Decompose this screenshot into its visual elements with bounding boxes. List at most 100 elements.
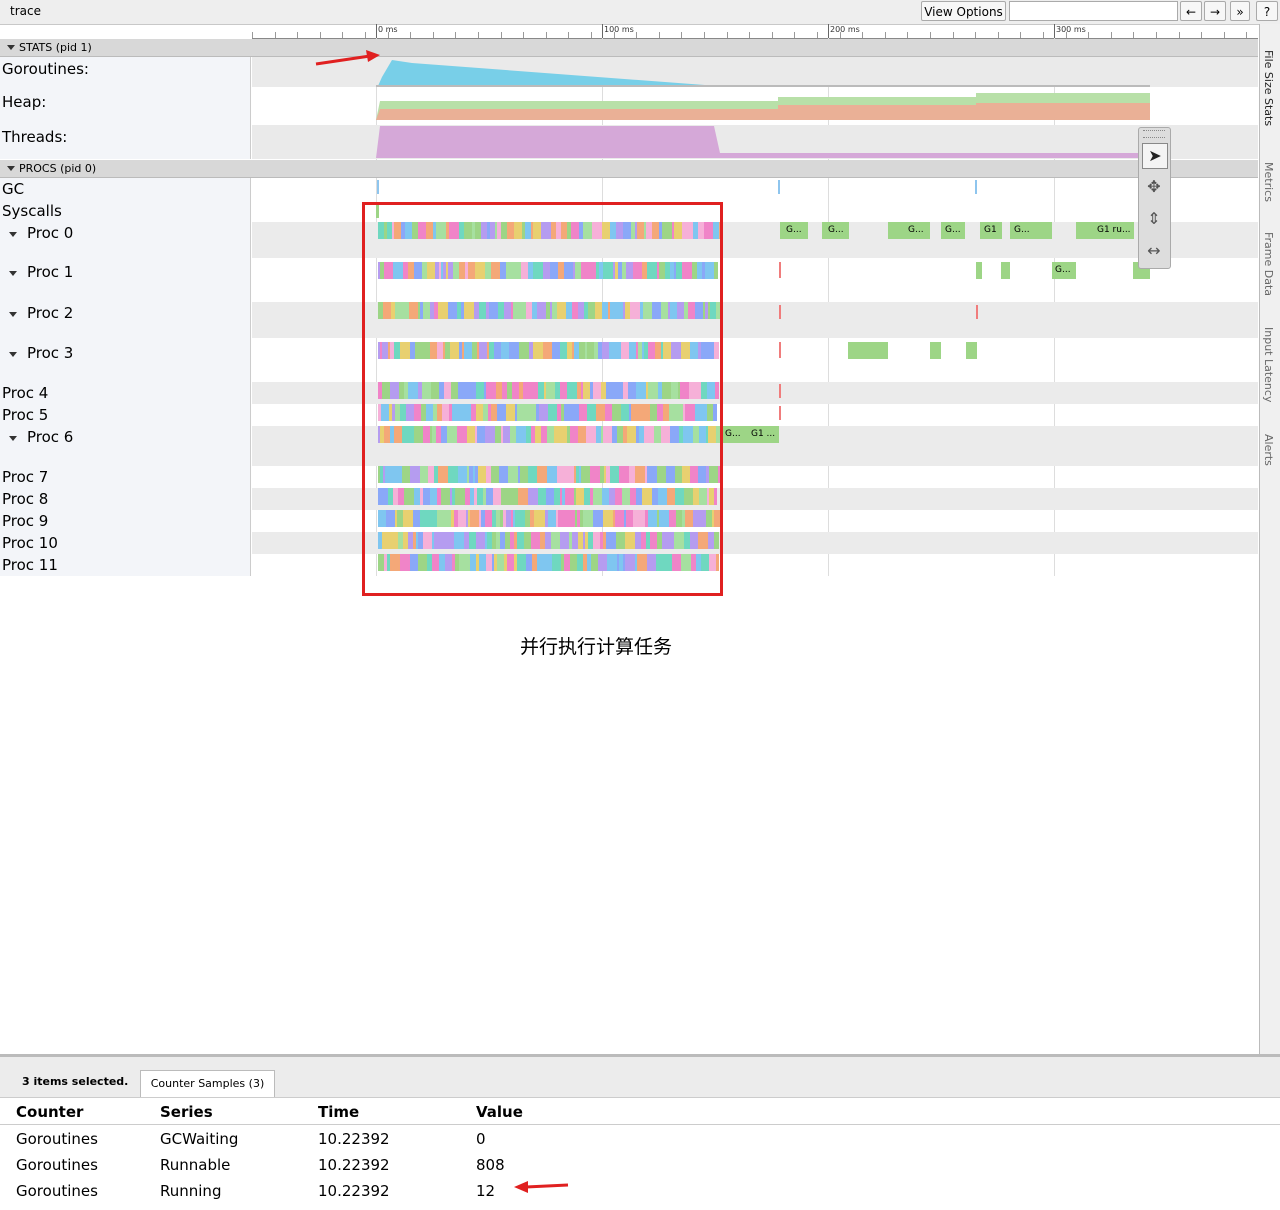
ruler-minor-tick [297,32,298,38]
ruler-minor-tick [591,32,592,38]
tab-alerts[interactable]: Alerts [1262,434,1275,466]
stats-group-header[interactable]: STATS (pid 1) [0,39,1258,57]
table-row[interactable]: Goroutines Running 10.22392 12 [0,1179,1280,1205]
track-proc-3[interactable]: Proc 3 [0,338,251,382]
more-icon[interactable]: » [1230,1,1250,21]
expand-triangle-icon[interactable] [9,232,17,237]
track-proc-0[interactable]: Proc 0 [0,222,251,258]
goroutine-slice[interactable] [966,342,977,359]
slice-marker[interactable] [779,305,781,319]
track-proc-2[interactable]: Proc 2 [0,302,251,338]
table-row[interactable]: Goroutines GCWaiting 10.22392 0 [0,1127,1280,1153]
palette-drag-handle[interactable] [1143,130,1165,138]
ruler-minor-tick [1020,32,1021,38]
time-ruler[interactable]: 0 ms 100 ms 200 ms 300 ms [252,24,1258,39]
search-input[interactable] [1009,1,1178,21]
help-button[interactable]: ? [1256,1,1278,21]
annotation-box [362,202,723,596]
ruler-minor-tick [365,32,366,38]
slice-marker[interactable] [779,406,781,420]
selection-tool-icon[interactable]: ➤ [1142,143,1168,169]
expand-triangle-icon[interactable] [9,436,17,441]
slice-marker[interactable] [779,342,781,358]
collapse-triangle-icon[interactable] [7,45,15,50]
tab-file-size-stats[interactable]: File Size Stats [1262,50,1275,126]
goroutine-slice[interactable]: G... [822,222,849,239]
goroutine-slice[interactable]: G... [888,222,930,239]
ruler-minor-tick [410,32,411,38]
stats-row-heap: Heap: [0,87,251,125]
cell-series: GCWaiting [160,1130,239,1148]
zoom-tool-icon[interactable]: ⇕ [1142,207,1166,231]
slice-marker[interactable] [779,262,781,278]
ruler-minor-tick [862,32,863,38]
back-arrow-icon[interactable]: ← [1180,1,1202,21]
side-panel-tabs: File Size Stats Metrics Frame Data Input… [1259,24,1280,1054]
track-proc-1[interactable]: Proc 1 [0,258,251,302]
ruler-minor-tick [885,32,886,38]
expand-triangle-icon[interactable] [9,352,17,357]
ruler-minor-tick [953,32,954,38]
track-proc-10: Proc 10 [0,532,251,554]
stats-row-goroutines: Goroutines: [0,57,251,87]
track-gc: GC [0,178,251,200]
goroutine-slice[interactable]: G... [1052,262,1076,279]
ruler-minor-tick [455,32,456,38]
ruler-minor-tick [1201,32,1202,38]
gc-marker[interactable] [377,180,379,194]
gc-marker[interactable] [975,180,977,194]
cell-counter: Goroutines [16,1182,98,1200]
ruler-minor-tick [975,32,976,38]
pan-tool-icon[interactable]: ✥ [1142,175,1166,199]
table-row[interactable]: Goroutines Runnable 10.22392 808 [0,1153,1280,1179]
threads-counter-area [376,126,1150,158]
stats-row-threads: Threads: [0,125,251,159]
collapse-triangle-icon[interactable] [7,166,15,171]
goroutine-slice[interactable] [976,262,982,279]
goroutine-slice[interactable]: G1 ru... [1076,222,1134,239]
cell-series: Runnable [160,1156,231,1174]
ruler-minor-tick [546,32,547,38]
red-arrow-icon [315,50,380,66]
ruler-minor-tick [1224,32,1225,38]
column-value[interactable]: Value [476,1103,523,1121]
track-proc-6[interactable]: Proc 6 [0,426,251,466]
slice-marker[interactable] [976,305,978,319]
column-series[interactable]: Series [160,1103,213,1121]
tab-input-latency[interactable]: Input Latency [1262,327,1275,402]
procs-group-header[interactable]: PROCS (pid 0) [0,160,1258,178]
slice-marker[interactable] [779,384,781,398]
goroutine-slice[interactable]: G1 [980,222,1002,239]
goroutine-slice[interactable] [1001,262,1010,279]
column-time[interactable]: Time [318,1103,359,1121]
goroutine-slice[interactable]: G... [722,426,748,443]
proc-label: Proc 6 [27,428,74,446]
stats-counter-chart[interactable] [252,57,1258,159]
tab-counter-samples[interactable]: Counter Samples (3) [140,1070,275,1097]
ruler-minor-tick [681,32,682,38]
expand-triangle-icon[interactable] [9,271,17,276]
ruler-minor-tick [1156,32,1157,38]
goroutine-slice[interactable]: G... [941,222,965,239]
column-counter[interactable]: Counter [16,1103,83,1121]
goroutine-slice[interactable]: G... [780,222,808,239]
view-options-button[interactable]: View Options [921,1,1006,21]
cell-value: 0 [476,1130,486,1148]
tab-metrics[interactable]: Metrics [1262,162,1275,202]
goroutine-slice[interactable]: G... [1010,222,1052,239]
timing-tool-icon[interactable]: ↔ [1142,239,1166,263]
expand-triangle-icon[interactable] [9,312,17,317]
track-proc-7: Proc 7 [0,466,251,488]
ruler-minor-tick [252,32,253,38]
goroutine-slice[interactable]: G1 ... [748,426,779,443]
ruler-minor-tick [1179,32,1180,38]
ruler-minor-tick [794,32,795,38]
tab-frame-data[interactable]: Frame Data [1262,232,1275,296]
annotation-caption: 并行执行计算任务 [520,636,673,658]
goroutine-slice[interactable] [848,342,888,359]
app-title: trace [10,4,41,18]
gc-marker[interactable] [778,180,780,194]
goroutine-slice[interactable] [930,342,941,359]
ruler-minor-tick [320,32,321,38]
forward-arrow-icon[interactable]: → [1204,1,1226,21]
